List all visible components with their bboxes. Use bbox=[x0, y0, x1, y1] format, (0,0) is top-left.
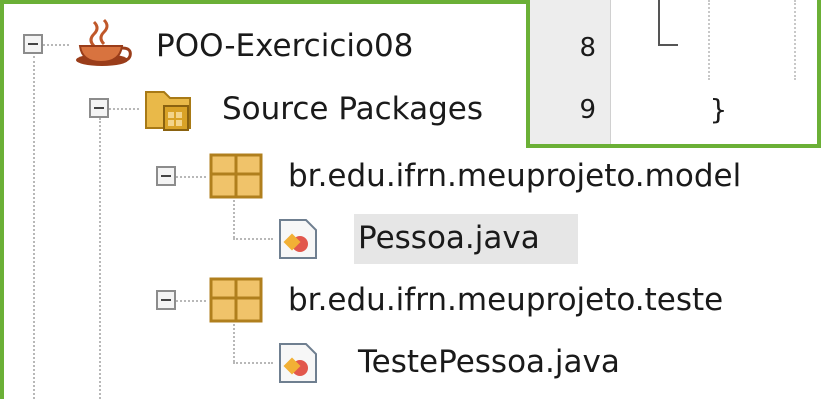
package-teste-label[interactable]: br.edu.ifrn.meuprojeto.teste bbox=[288, 280, 723, 320]
java-class-icon bbox=[276, 342, 320, 388]
source-packages-collapse-toggle[interactable] bbox=[89, 98, 109, 118]
line-number: 9 bbox=[579, 95, 596, 125]
coffee-cup-icon bbox=[72, 18, 136, 74]
package-icon bbox=[208, 152, 264, 204]
source-packages-folder-icon bbox=[142, 84, 194, 140]
java-class-icon bbox=[276, 218, 320, 264]
tree-guide-line bbox=[233, 362, 273, 364]
tree-guide-line bbox=[176, 176, 206, 178]
tree-guide-line bbox=[233, 238, 273, 240]
project-label[interactable]: POO-Exercicio08 bbox=[156, 26, 413, 66]
package-model-label[interactable]: br.edu.ifrn.meuprojeto.model bbox=[288, 156, 741, 196]
tree-guide-line bbox=[99, 118, 101, 399]
tree-guide-line bbox=[43, 44, 69, 46]
line-number: 8 bbox=[579, 33, 596, 63]
tree-guide-line bbox=[33, 56, 35, 399]
package-icon bbox=[208, 276, 264, 328]
package-model-collapse-toggle[interactable] bbox=[156, 166, 176, 186]
code-fold-guide bbox=[658, 0, 678, 46]
tree-guide-line bbox=[176, 300, 206, 302]
project-collapse-toggle[interactable] bbox=[23, 34, 43, 54]
code-editor-inset: 8 9 } bbox=[526, 0, 821, 148]
package-teste-collapse-toggle[interactable] bbox=[156, 290, 176, 310]
source-packages-label[interactable]: Source Packages bbox=[222, 89, 483, 129]
file-pessoa-label[interactable]: Pessoa.java bbox=[358, 218, 540, 258]
tree-guide-line bbox=[109, 108, 139, 110]
file-testepessoa-label[interactable]: TestePessoa.java bbox=[358, 342, 620, 382]
indent-guide bbox=[708, 0, 710, 80]
indent-guide bbox=[794, 0, 796, 80]
closing-brace[interactable]: } bbox=[710, 94, 727, 126]
